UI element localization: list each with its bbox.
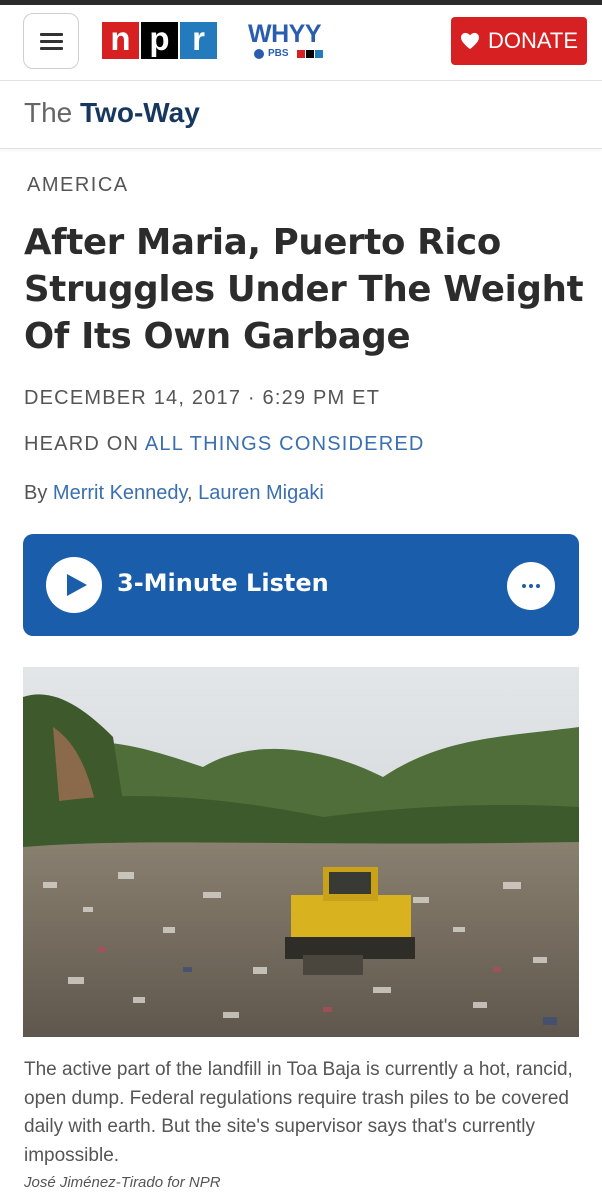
pbs-icon [254, 48, 264, 59]
hamburger-icon-middle [40, 40, 63, 43]
article-image[interactable] [23, 667, 579, 1037]
mini-npr-icon [296, 49, 323, 58]
image-caption: The active part of the landfill in Toa B… [24, 1059, 573, 1166]
author-link-1[interactable]: Merrit Kennedy [53, 482, 187, 504]
play-button[interactable] [46, 557, 102, 613]
npr-logo[interactable]: n p r [102, 22, 217, 59]
hamburger-icon [40, 33, 63, 36]
station-logo[interactable]: WHYY PBS [248, 22, 330, 62]
npr-logo-r: r [180, 22, 217, 59]
pbs-label: PBS [268, 48, 289, 59]
heard-on-prefix: HEARD ON [24, 433, 140, 455]
station-affiliations: PBS [254, 48, 323, 59]
station-name: WHYY [248, 20, 322, 48]
article-headline: After Maria, Puerto Rico Struggles Under… [24, 222, 584, 357]
more-options-button[interactable] [507, 562, 555, 610]
site-header: n p r WHYY PBS DONATE [0, 5, 602, 81]
author-separator: , [187, 482, 199, 504]
blog-name: Two-Way [80, 97, 200, 128]
image-credit: José Jiménez-Tirado for NPR [24, 1174, 221, 1191]
menu-button[interactable] [23, 13, 79, 69]
landfill-photo [23, 667, 579, 1037]
program-link[interactable]: ALL THINGS CONSIDERED [145, 433, 425, 455]
byline: By Merrit Kennedy, Lauren Migaki [24, 482, 324, 505]
donate-button[interactable]: DONATE [451, 17, 587, 65]
blog-bar: The Two-Way [0, 81, 602, 149]
audio-player: 3-Minute Listen [23, 534, 579, 636]
section-slug[interactable]: AMERICA [27, 174, 129, 197]
dot-icon [536, 584, 540, 588]
hamburger-icon-bottom [40, 47, 63, 50]
dateline: DECEMBER 14, 2017 · 6:29 PM ET [24, 387, 381, 409]
byline-prefix: By [24, 482, 48, 504]
heart-icon [460, 32, 479, 50]
blog-prefix: The [24, 97, 73, 128]
blog-title[interactable]: The Two-Way [24, 97, 200, 129]
npr-logo-n: n [102, 22, 139, 59]
dot-icon [522, 584, 526, 588]
heard-on: HEARD ON ALL THINGS CONSIDERED [24, 433, 425, 456]
author-link-2[interactable]: Lauren Migaki [198, 482, 324, 504]
listen-label: 3-Minute Listen [117, 569, 329, 597]
dot-icon [529, 584, 533, 588]
play-icon [67, 574, 87, 596]
donate-label: DONATE [487, 28, 579, 53]
npr-logo-p: p [141, 22, 178, 59]
